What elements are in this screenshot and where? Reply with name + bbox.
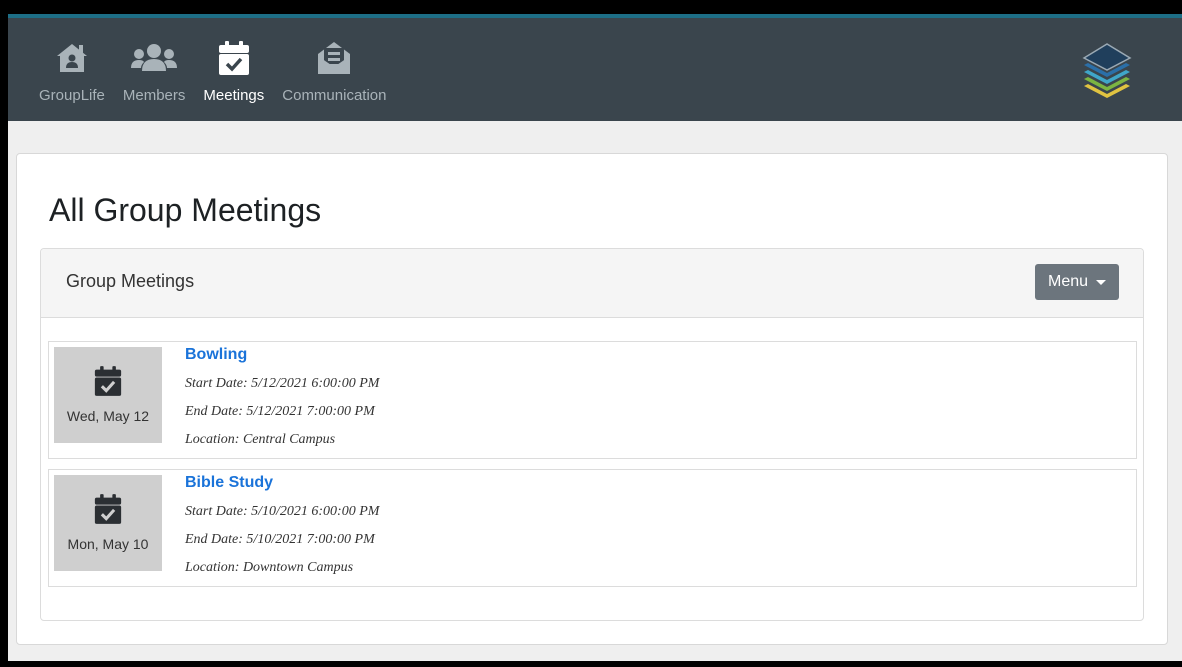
meeting-list-item[interactable]: Mon, May 10 Bible Study Start Date: 5/10… — [48, 469, 1137, 587]
menu-button[interactable]: Menu — [1035, 264, 1119, 300]
meeting-info: Bowling Start Date: 5/12/2021 6:00:00 PM… — [185, 346, 379, 448]
caret-down-icon — [1096, 279, 1107, 285]
calendar-check-icon — [94, 365, 122, 402]
meeting-date: Mon, May 10 — [67, 536, 149, 552]
meeting-end-date: End Date: 5/12/2021 7:00:00 PM — [185, 404, 375, 419]
meeting-title-link[interactable]: Bowling — [185, 346, 379, 364]
calendar-check-icon — [218, 38, 250, 78]
envelope-open-icon — [316, 38, 352, 78]
nav-item-label: Communication — [282, 87, 387, 104]
nav-item-label: Meetings — [203, 87, 265, 104]
nav-item-communication[interactable]: Communication — [273, 38, 395, 104]
main-nav: GroupLife Members Meetings Communication — [30, 38, 395, 104]
page-title: All Group Meetings — [49, 192, 322, 228]
menu-button-label: Menu — [1047, 273, 1089, 290]
nav-item-grouplife[interactable]: GroupLife — [30, 38, 114, 104]
meeting-location: Location: Downtown Campus — [185, 560, 354, 575]
app-logo[interactable] — [1080, 40, 1134, 107]
nav-item-members[interactable]: Members — [114, 38, 195, 104]
meeting-start-date: Start Date: 5/10/2021 6:00:00 PM — [185, 504, 380, 519]
meeting-end-date: End Date: 5/10/2021 7:00:00 PM — [185, 532, 375, 547]
app-frame: GroupLife Members Meetings Communication… — [8, 14, 1182, 661]
calendar-check-icon — [94, 493, 122, 530]
home-icon — [55, 38, 89, 78]
group-meetings-panel: Group Meetings Menu Wed, May 12 Bowling … — [40, 248, 1144, 621]
meeting-start-date: Start Date: 5/12/2021 6:00:00 PM — [185, 376, 380, 391]
content-card: All Group Meetings Group Meetings Menu W… — [16, 153, 1168, 645]
meeting-date-box: Mon, May 10 — [54, 475, 162, 571]
nav-item-label: GroupLife — [39, 87, 105, 104]
meeting-title-link[interactable]: Bible Study — [185, 474, 379, 492]
users-icon — [130, 38, 178, 78]
nav-item-label: Members — [122, 87, 186, 104]
panel-title: Group Meetings — [66, 271, 195, 291]
meeting-date-box: Wed, May 12 — [54, 347, 162, 443]
panel-header: Group Meetings Menu — [41, 249, 1143, 318]
meeting-location: Location: Central Campus — [185, 432, 336, 447]
nav-item-meetings[interactable]: Meetings — [194, 38, 273, 104]
meeting-info: Bible Study Start Date: 5/10/2021 6:00:0… — [185, 474, 379, 576]
top-navbar: GroupLife Members Meetings Communication — [8, 14, 1182, 121]
meeting-date: Wed, May 12 — [66, 408, 150, 424]
meeting-list-item[interactable]: Wed, May 12 Bowling Start Date: 5/12/202… — [48, 341, 1137, 459]
